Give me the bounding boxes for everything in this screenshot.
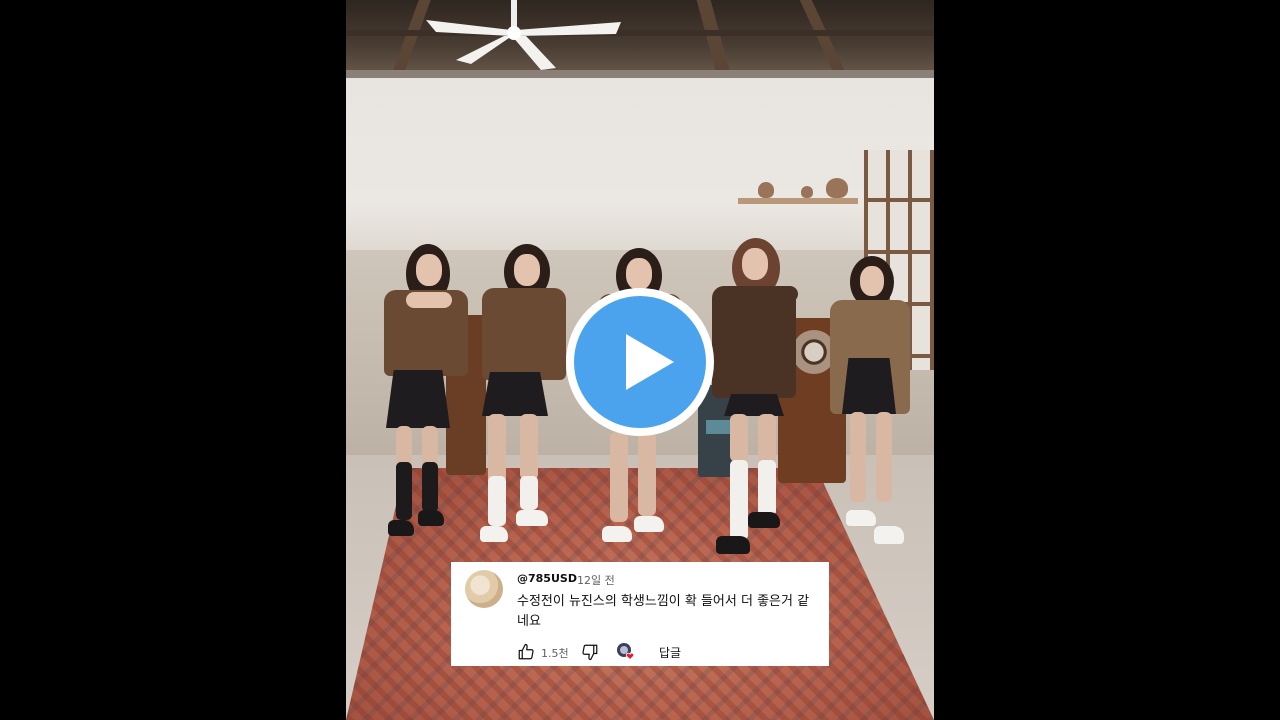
dancer bbox=[366, 240, 476, 560]
comment-time: 12일 전 bbox=[577, 574, 615, 587]
thumbs-up-icon[interactable] bbox=[517, 643, 535, 661]
play-button-circle bbox=[574, 296, 706, 428]
thumbs-down-icon[interactable] bbox=[581, 643, 599, 661]
avatar[interactable] bbox=[465, 570, 503, 608]
pot bbox=[758, 182, 774, 198]
dancer bbox=[702, 234, 812, 564]
comment-card: @785USD 12일 전 수정전이 뉴진스의 학생느낌이 확 들어서 더 좋은… bbox=[451, 562, 829, 666]
play-button[interactable] bbox=[566, 288, 714, 436]
dancer bbox=[468, 240, 578, 560]
ceiling-pipe bbox=[346, 70, 934, 78]
pot bbox=[801, 186, 813, 198]
reply-button[interactable]: 답글 bbox=[659, 644, 681, 661]
comment-actions: 1.5천 답글 bbox=[517, 642, 817, 662]
comment-author[interactable]: @785USD bbox=[517, 572, 577, 585]
creator-heart-icon bbox=[617, 643, 635, 661]
like-count: 1.5천 bbox=[541, 647, 569, 660]
wall bbox=[346, 78, 934, 258]
dancer bbox=[824, 252, 924, 572]
pot bbox=[826, 178, 848, 198]
comment-text: 수정전이 뉴진스의 학생느낌이 확 들어서 더 좋은거 같네요 bbox=[517, 594, 810, 629]
shelf bbox=[738, 198, 858, 204]
play-icon bbox=[626, 334, 674, 390]
ceiling-fan bbox=[426, 0, 621, 70]
